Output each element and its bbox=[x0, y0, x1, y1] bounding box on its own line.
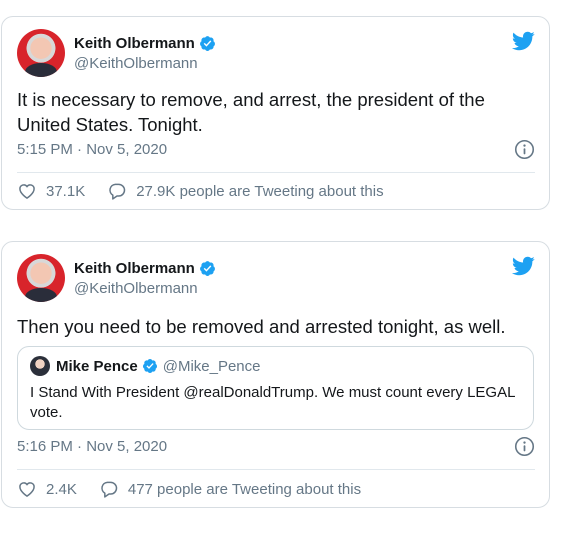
like-button[interactable]: 37.1K bbox=[17, 181, 85, 201]
info-icon[interactable] bbox=[514, 139, 535, 160]
quoted-author-name: Mike Pence bbox=[56, 357, 138, 375]
tweet-actions: 37.1K 27.9K people are Tweeting about th… bbox=[17, 181, 384, 201]
conversation-text: 477 people are Tweeting about this bbox=[127, 480, 362, 498]
tweet-actions: 2.4K 477 people are Tweeting about this bbox=[17, 479, 361, 499]
conversation-link[interactable]: 27.9K people are Tweeting about this bbox=[107, 181, 384, 201]
quoted-tweet[interactable]: Mike Pence @Mike_Pence I Stand With Pres… bbox=[17, 346, 534, 430]
speech-bubble-icon bbox=[101, 481, 118, 498]
twitter-bird-icon[interactable] bbox=[511, 254, 535, 278]
quoted-tweet-header: Mike Pence @Mike_Pence bbox=[30, 356, 261, 376]
author-block: Keith Olbermann @KeithOlbermann bbox=[74, 35, 216, 72]
divider bbox=[17, 172, 535, 173]
author-handle[interactable]: @KeithOlbermann bbox=[74, 280, 216, 297]
verified-badge-icon bbox=[199, 260, 215, 276]
twitter-bird-icon[interactable] bbox=[511, 29, 535, 53]
heart-icon bbox=[19, 482, 35, 497]
author-name-row[interactable]: Keith Olbermann bbox=[74, 35, 216, 52]
info-icon[interactable] bbox=[514, 436, 535, 457]
like-count: 37.1K bbox=[46, 182, 86, 200]
verified-badge-icon bbox=[199, 35, 215, 51]
conversation-link[interactable]: 477 people are Tweeting about this bbox=[99, 479, 361, 499]
tweet-text: Then you need to be removed and arrested… bbox=[17, 316, 506, 337]
verified-badge-icon bbox=[142, 359, 157, 373]
speech-bubble-icon bbox=[109, 183, 126, 200]
author-name[interactable]: Keith Olbermann bbox=[74, 35, 195, 52]
tweet-timestamp[interactable]: 5:16 PM · Nov 5, 2020 bbox=[17, 438, 167, 455]
quoted-tweet-text: I Stand With President @realDonaldTrump.… bbox=[30, 384, 515, 421]
quoted-author-handle: @Mike_Pence bbox=[162, 357, 261, 375]
tweet-header: Keith Olbermann @KeithOlbermann bbox=[17, 254, 216, 302]
like-count: 2.4K bbox=[46, 480, 77, 498]
avatar[interactable] bbox=[17, 254, 65, 302]
avatar bbox=[30, 356, 50, 376]
tweet-header: Keith Olbermann @KeithOlbermann bbox=[17, 29, 216, 77]
avatar[interactable] bbox=[17, 29, 65, 77]
conversation-text: 27.9K people are Tweeting about this bbox=[136, 182, 384, 200]
tweet-text: It is necessary to remove, and arrest, t… bbox=[17, 89, 485, 135]
tweet-card[interactable]: Keith Olbermann @KeithOlbermann Then you… bbox=[1, 241, 550, 508]
author-handle[interactable]: @KeithOlbermann bbox=[74, 55, 216, 72]
heart-icon bbox=[19, 184, 35, 199]
author-name[interactable]: Keith Olbermann bbox=[74, 260, 195, 277]
like-button[interactable]: 2.4K bbox=[17, 479, 77, 499]
author-name-row[interactable]: Keith Olbermann bbox=[74, 260, 216, 277]
tweet-card[interactable]: Keith Olbermann @KeithOlbermann It is ne… bbox=[1, 16, 550, 210]
tweet-timestamp[interactable]: 5:15 PM · Nov 5, 2020 bbox=[17, 141, 167, 158]
author-block: Keith Olbermann @KeithOlbermann bbox=[74, 260, 216, 297]
divider bbox=[17, 469, 535, 470]
